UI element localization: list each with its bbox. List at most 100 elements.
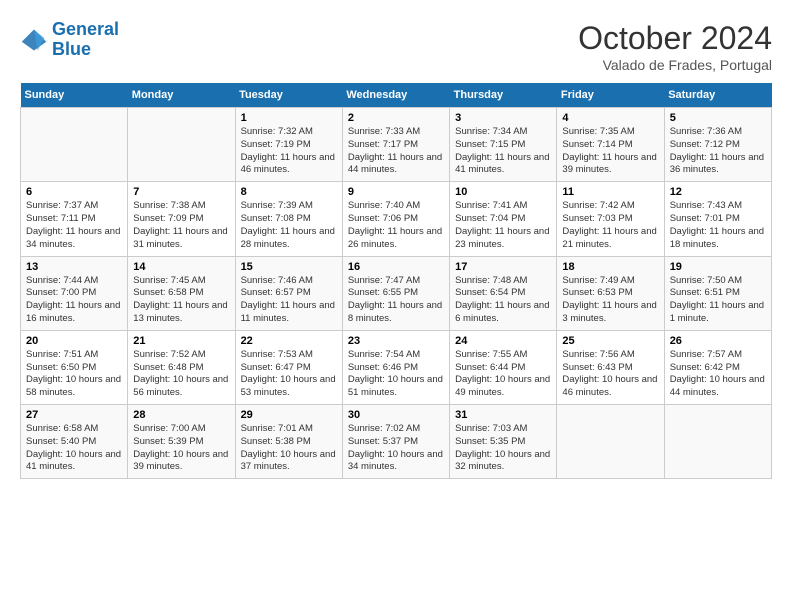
day-number: 10 [455, 186, 551, 198]
day-number: 20 [26, 335, 122, 347]
day-number: 21 [133, 335, 229, 347]
logo-text: General Blue [52, 20, 119, 60]
logo: General Blue [20, 20, 119, 60]
day-info: Sunrise: 7:50 AM Sunset: 6:51 PM Dayligh… [670, 275, 766, 326]
calendar-cell: 26 Sunrise: 7:57 AM Sunset: 6:42 PM Dayli… [664, 330, 771, 404]
day-info: Sunrise: 7:49 AM Sunset: 6:53 PM Dayligh… [562, 275, 658, 326]
day-info: Sunrise: 7:56 AM Sunset: 6:43 PM Dayligh… [562, 349, 658, 400]
day-number: 2 [348, 112, 444, 124]
day-number: 25 [562, 335, 658, 347]
day-info: Sunrise: 7:37 AM Sunset: 7:11 PM Dayligh… [26, 200, 122, 251]
calendar-cell: 30 Sunrise: 7:02 AM Sunset: 5:37 PM Dayli… [342, 405, 449, 479]
calendar-cell: 11 Sunrise: 7:42 AM Sunset: 7:03 PM Dayli… [557, 182, 664, 256]
weekday-header: Sunday [21, 83, 128, 108]
calendar-cell: 1 Sunrise: 7:32 AM Sunset: 7:19 PM Daylig… [235, 108, 342, 182]
calendar-cell: 18Sunrise: 7:49 AM Sunset: 6:53 PM Dayli… [557, 256, 664, 330]
calendar-cell: 24 Sunrise: 7:55 AM Sunset: 6:44 PM Dayli… [450, 330, 557, 404]
day-info: Sunrise: 7:32 AM Sunset: 7:19 PM Dayligh… [241, 126, 337, 177]
day-number: 4 [562, 112, 658, 124]
day-number: 6 [26, 186, 122, 198]
calendar-cell: 27Sunrise: 6:58 AM Sunset: 5:40 PM Dayli… [21, 405, 128, 479]
calendar-cell: 17 Sunrise: 7:48 AM Sunset: 6:54 PM Dayli… [450, 256, 557, 330]
day-number: 19 [670, 261, 766, 273]
calendar-week-row: 20Sunrise: 7:51 AM Sunset: 6:50 PM Dayli… [21, 330, 772, 404]
calendar-cell [557, 405, 664, 479]
calendar-week-row: 13 Sunrise: 7:44 AM Sunset: 7:00 PM Dayli… [21, 256, 772, 330]
day-info: Sunrise: 7:52 AM Sunset: 6:48 PM Dayligh… [133, 349, 229, 400]
day-info: Sunrise: 7:53 AM Sunset: 6:47 PM Dayligh… [241, 349, 337, 400]
weekday-header-row: SundayMondayTuesdayWednesdayThursdayFrid… [21, 83, 772, 108]
calendar-table: SundayMondayTuesdayWednesdayThursdayFrid… [20, 83, 772, 479]
day-number: 12 [670, 186, 766, 198]
calendar-cell [664, 405, 771, 479]
calendar-cell: 29 Sunrise: 7:01 AM Sunset: 5:38 PM Dayli… [235, 405, 342, 479]
day-number: 8 [241, 186, 337, 198]
day-number: 28 [133, 409, 229, 421]
day-info: Sunrise: 7:36 AM Sunset: 7:12 PM Dayligh… [670, 126, 766, 177]
day-number: 30 [348, 409, 444, 421]
day-info: Sunrise: 7:03 AM Sunset: 5:35 PM Dayligh… [455, 423, 551, 474]
day-number: 11 [562, 186, 658, 198]
weekday-header: Thursday [450, 83, 557, 108]
month-title: October 2024 [578, 20, 772, 57]
calendar-cell: 9 Sunrise: 7:40 AM Sunset: 7:06 PM Daylig… [342, 182, 449, 256]
calendar-cell: 23Sunrise: 7:54 AM Sunset: 6:46 PM Dayli… [342, 330, 449, 404]
day-number: 31 [455, 409, 551, 421]
calendar-cell: 31 Sunrise: 7:03 AM Sunset: 5:35 PM Dayli… [450, 405, 557, 479]
calendar-cell: 21 Sunrise: 7:52 AM Sunset: 6:48 PM Dayli… [128, 330, 235, 404]
calendar-cell: 10 Sunrise: 7:41 AM Sunset: 7:04 PM Dayli… [450, 182, 557, 256]
day-number: 15 [241, 261, 337, 273]
calendar-cell: 16Sunrise: 7:47 AM Sunset: 6:55 PM Dayli… [342, 256, 449, 330]
calendar-cell: 25 Sunrise: 7:56 AM Sunset: 6:43 PM Dayli… [557, 330, 664, 404]
day-info: Sunrise: 7:01 AM Sunset: 5:38 PM Dayligh… [241, 423, 337, 474]
calendar-cell: 7 Sunrise: 7:38 AM Sunset: 7:09 PM Daylig… [128, 182, 235, 256]
day-number: 1 [241, 112, 337, 124]
calendar-cell: 28 Sunrise: 7:00 AM Sunset: 5:39 PM Dayli… [128, 405, 235, 479]
day-info: Sunrise: 7:40 AM Sunset: 7:06 PM Dayligh… [348, 200, 444, 251]
day-number: 29 [241, 409, 337, 421]
day-info: Sunrise: 7:02 AM Sunset: 5:37 PM Dayligh… [348, 423, 444, 474]
day-number: 14 [133, 261, 229, 273]
calendar-cell: 6 Sunrise: 7:37 AM Sunset: 7:11 PM Daylig… [21, 182, 128, 256]
day-info: Sunrise: 7:39 AM Sunset: 7:08 PM Dayligh… [241, 200, 337, 251]
day-info: Sunrise: 7:00 AM Sunset: 5:39 PM Dayligh… [133, 423, 229, 474]
day-info: Sunrise: 7:35 AM Sunset: 7:14 PM Dayligh… [562, 126, 658, 177]
day-number: 22 [241, 335, 337, 347]
calendar-week-row: 6 Sunrise: 7:37 AM Sunset: 7:11 PM Daylig… [21, 182, 772, 256]
day-number: 17 [455, 261, 551, 273]
calendar-cell: 15Sunrise: 7:46 AM Sunset: 6:57 PM Dayli… [235, 256, 342, 330]
day-info: Sunrise: 7:44 AM Sunset: 7:00 PM Dayligh… [26, 275, 122, 326]
day-info: Sunrise: 7:42 AM Sunset: 7:03 PM Dayligh… [562, 200, 658, 251]
title-block: October 2024 Valado de Frades, Portugal [578, 20, 772, 73]
day-info: Sunrise: 7:57 AM Sunset: 6:42 PM Dayligh… [670, 349, 766, 400]
day-info: Sunrise: 7:41 AM Sunset: 7:04 PM Dayligh… [455, 200, 551, 251]
day-info: Sunrise: 7:47 AM Sunset: 6:55 PM Dayligh… [348, 275, 444, 326]
location-subtitle: Valado de Frades, Portugal [578, 57, 772, 73]
weekday-header: Saturday [664, 83, 771, 108]
weekday-header: Tuesday [235, 83, 342, 108]
day-number: 7 [133, 186, 229, 198]
day-number: 9 [348, 186, 444, 198]
day-number: 13 [26, 261, 122, 273]
day-number: 5 [670, 112, 766, 124]
day-info: Sunrise: 7:38 AM Sunset: 7:09 PM Dayligh… [133, 200, 229, 251]
calendar-cell: 12Sunrise: 7:43 AM Sunset: 7:01 PM Dayli… [664, 182, 771, 256]
day-info: Sunrise: 6:58 AM Sunset: 5:40 PM Dayligh… [26, 423, 122, 474]
day-info: Sunrise: 7:54 AM Sunset: 6:46 PM Dayligh… [348, 349, 444, 400]
calendar-cell [128, 108, 235, 182]
day-info: Sunrise: 7:55 AM Sunset: 6:44 PM Dayligh… [455, 349, 551, 400]
page-header: General Blue October 2024 Valado de Frad… [20, 20, 772, 73]
day-info: Sunrise: 7:48 AM Sunset: 6:54 PM Dayligh… [455, 275, 551, 326]
day-info: Sunrise: 7:34 AM Sunset: 7:15 PM Dayligh… [455, 126, 551, 177]
logo-icon [20, 26, 48, 54]
weekday-header: Monday [128, 83, 235, 108]
calendar-cell: 3Sunrise: 7:34 AM Sunset: 7:15 PM Daylig… [450, 108, 557, 182]
calendar-cell: 19 Sunrise: 7:50 AM Sunset: 6:51 PM Dayli… [664, 256, 771, 330]
calendar-week-row: 1 Sunrise: 7:32 AM Sunset: 7:19 PM Daylig… [21, 108, 772, 182]
day-number: 26 [670, 335, 766, 347]
calendar-cell: 8 Sunrise: 7:39 AM Sunset: 7:08 PM Daylig… [235, 182, 342, 256]
day-number: 24 [455, 335, 551, 347]
calendar-cell: 5 Sunrise: 7:36 AM Sunset: 7:12 PM Daylig… [664, 108, 771, 182]
calendar-week-row: 27Sunrise: 6:58 AM Sunset: 5:40 PM Dayli… [21, 405, 772, 479]
day-info: Sunrise: 7:45 AM Sunset: 6:58 PM Dayligh… [133, 275, 229, 326]
